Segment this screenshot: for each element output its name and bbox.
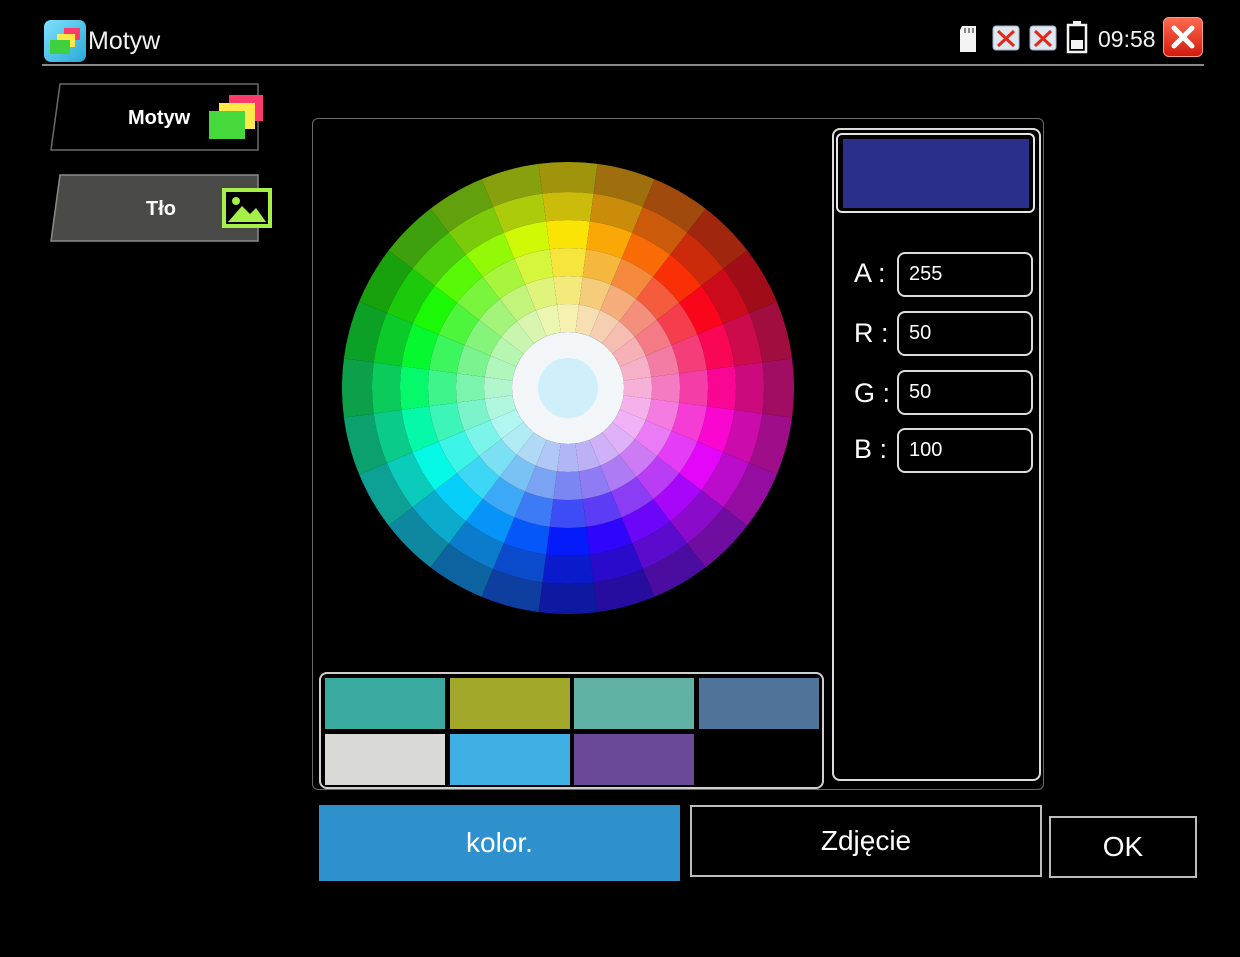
palette-swatch[interactable] <box>325 678 445 729</box>
wheel-segment[interactable] <box>342 358 374 418</box>
wheel-segment[interactable] <box>557 304 579 333</box>
wheel-segment[interactable] <box>679 369 708 407</box>
palette-swatch[interactable] <box>449 678 570 729</box>
color-wheel[interactable] <box>342 162 794 614</box>
sidebar-item-tlo[interactable]: Tło <box>50 174 272 242</box>
channel-label-b: B : <box>854 434 888 464</box>
close-icon <box>1171 25 1195 49</box>
clock: 09:58 <box>1098 26 1156 52</box>
app-theme-icon <box>44 20 86 62</box>
wheel-segment[interactable] <box>538 162 598 194</box>
close-button[interactable] <box>1163 17 1203 57</box>
title-divider <box>42 64 1204 66</box>
ok-button[interactable]: OK <box>1049 816 1197 878</box>
green-input[interactable] <box>897 370 1033 415</box>
channel-label-a: A : <box>854 258 886 288</box>
palette-swatch[interactable] <box>698 678 819 729</box>
sidebar-item-motyw[interactable]: Motyw <box>50 83 263 151</box>
wheel-segment[interactable] <box>553 276 583 305</box>
sd-card-icon <box>960 26 976 52</box>
wheel-segment[interactable] <box>542 192 594 222</box>
wheel-segment[interactable] <box>456 373 485 403</box>
wheel-segment[interactable] <box>546 220 590 250</box>
sidebar-item-label: Tło <box>146 198 176 220</box>
sidebar-item-label: Motyw <box>128 107 191 129</box>
wheel-segment[interactable] <box>734 362 764 414</box>
palette-swatch[interactable] <box>574 678 694 729</box>
wheel-segment[interactable] <box>542 554 594 584</box>
preset-palette <box>319 672 824 789</box>
theme-layers-icon <box>209 95 263 139</box>
wheel-segment[interactable] <box>549 248 587 277</box>
wheel-segment[interactable] <box>538 582 598 614</box>
wheel-segment[interactable] <box>623 377 652 399</box>
palette-swatch[interactable] <box>449 734 570 785</box>
wheel-segment[interactable] <box>706 366 736 410</box>
color-mode-button[interactable]: kolor. <box>319 805 680 881</box>
wheel-segment[interactable] <box>549 499 587 528</box>
wheel-segment[interactable] <box>546 526 590 556</box>
battery-icon <box>1066 21 1088 54</box>
palette-swatch[interactable] <box>574 734 694 785</box>
wheel-segment[interactable] <box>428 369 457 407</box>
wheel-segment[interactable] <box>372 362 402 414</box>
wheel-center[interactable] <box>538 358 598 418</box>
image-icon <box>222 188 272 228</box>
network-disconnected-icon <box>1029 25 1057 51</box>
wheel-segment[interactable] <box>557 443 579 472</box>
wheel-segment[interactable] <box>651 373 680 403</box>
red-input[interactable] <box>897 311 1033 356</box>
wheel-segment[interactable] <box>762 358 794 418</box>
photo-mode-button[interactable]: Zdjęcie <box>690 805 1042 877</box>
network-disconnected-icon <box>992 25 1020 51</box>
wheel-segment[interactable] <box>400 366 430 410</box>
wheel-segment[interactable] <box>553 471 583 501</box>
alpha-input[interactable] <box>897 252 1033 297</box>
wheel-segment[interactable] <box>484 377 513 399</box>
palette-swatch[interactable] <box>325 734 445 785</box>
channel-label-g: G : <box>854 378 891 408</box>
window-title: Motyw <box>88 27 161 55</box>
color-preview <box>843 139 1029 208</box>
channel-label-r: R : <box>854 318 889 348</box>
blue-input[interactable] <box>897 428 1033 473</box>
